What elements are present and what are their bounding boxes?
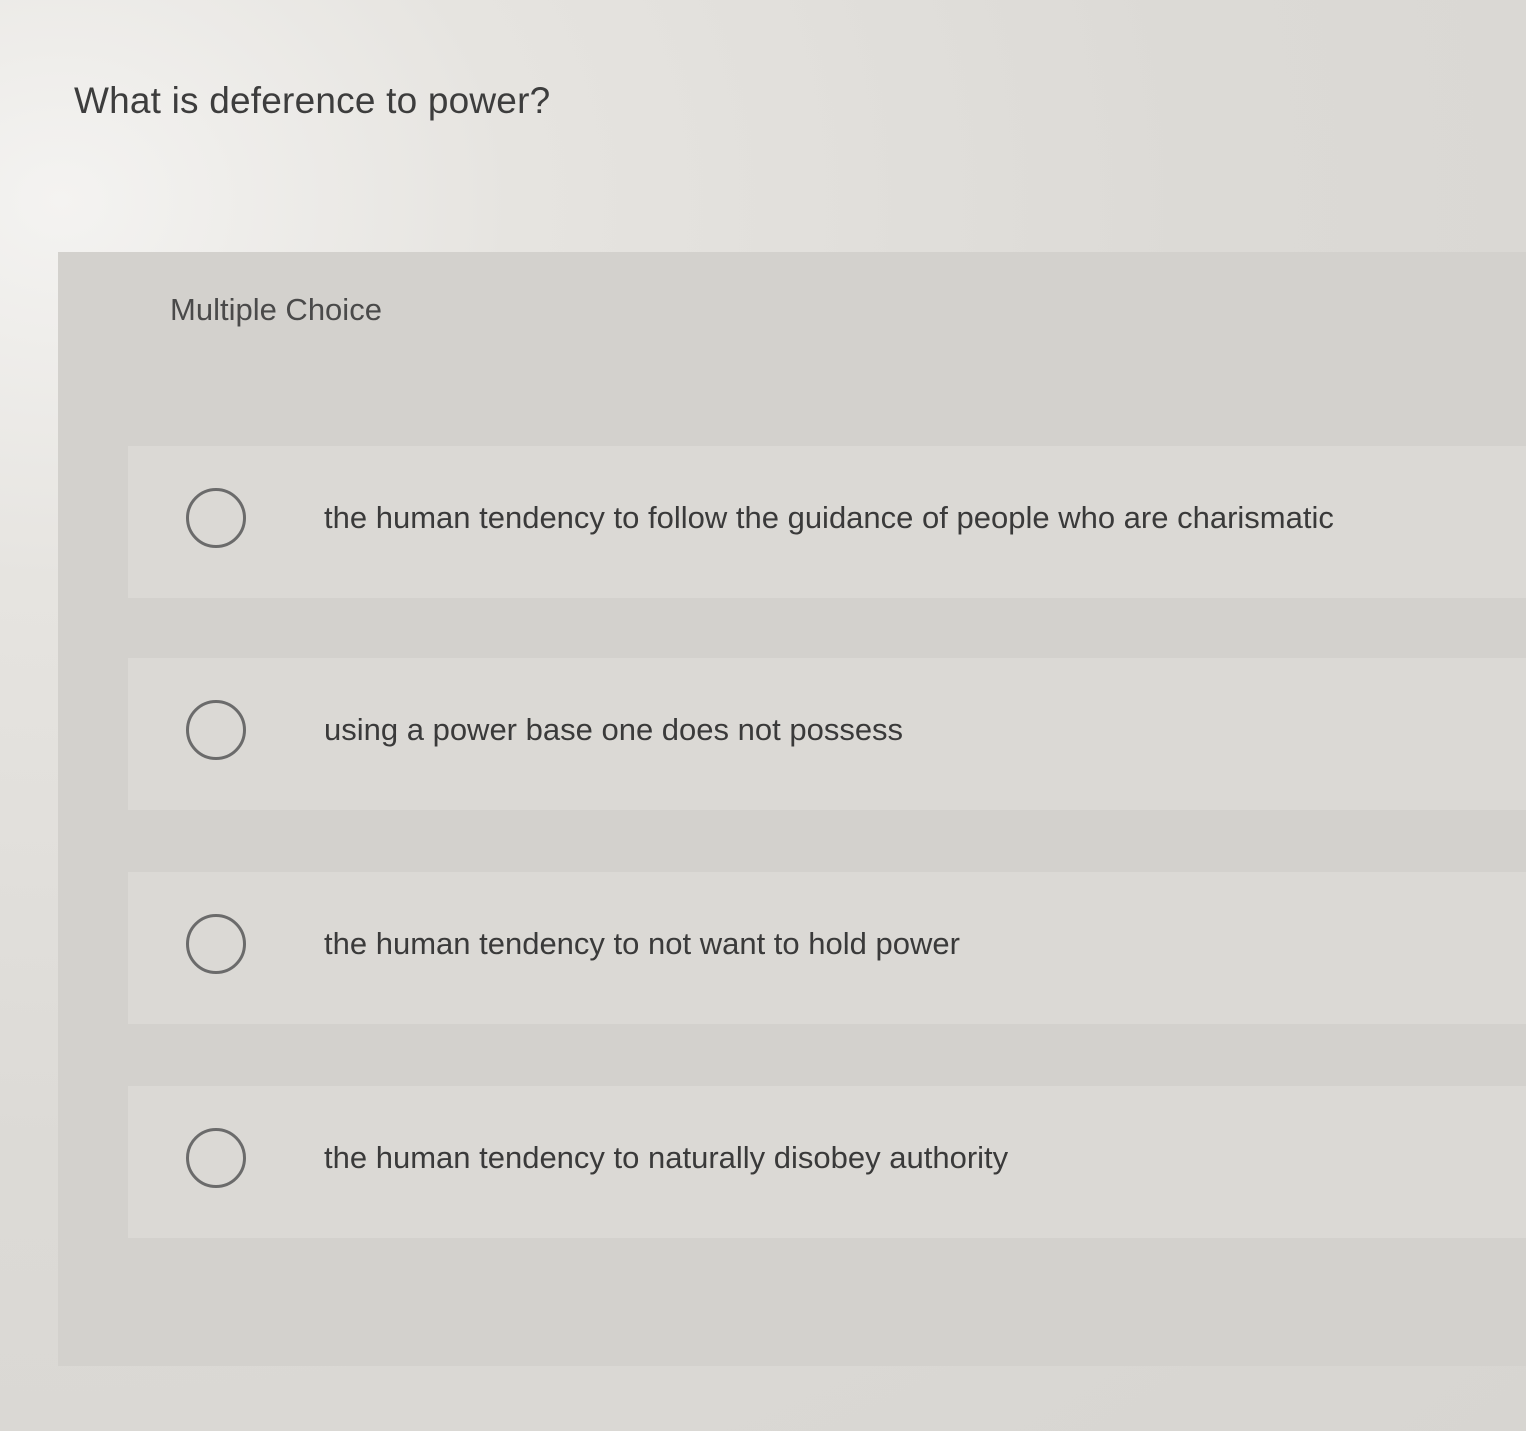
choice-label: the human tendency to naturally disobey … xyxy=(324,1140,1009,1175)
radio-button[interactable] xyxy=(186,488,246,548)
multiple-choice-panel: Multiple Choice the human tendency to fo… xyxy=(58,252,1526,1366)
choice-option-1[interactable]: the human tendency to follow the guidanc… xyxy=(128,446,1526,598)
choice-option-4[interactable]: the human tendency to naturally disobey … xyxy=(128,1086,1526,1238)
choice-option-3[interactable]: the human tendency to not want to hold p… xyxy=(128,872,1526,1024)
question-text: What is deference to power? xyxy=(74,80,551,121)
question-type-label: Multiple Choice xyxy=(170,292,382,327)
radio-button[interactable] xyxy=(186,700,246,760)
radio-button[interactable] xyxy=(186,1128,246,1188)
choice-label: the human tendency to follow the guidanc… xyxy=(324,500,1334,535)
choice-option-2[interactable]: using a power base one does not possess xyxy=(128,658,1526,810)
choice-label: the human tendency to not want to hold p… xyxy=(324,926,960,961)
radio-button[interactable] xyxy=(186,914,246,974)
choice-label: using a power base one does not possess xyxy=(324,712,904,747)
